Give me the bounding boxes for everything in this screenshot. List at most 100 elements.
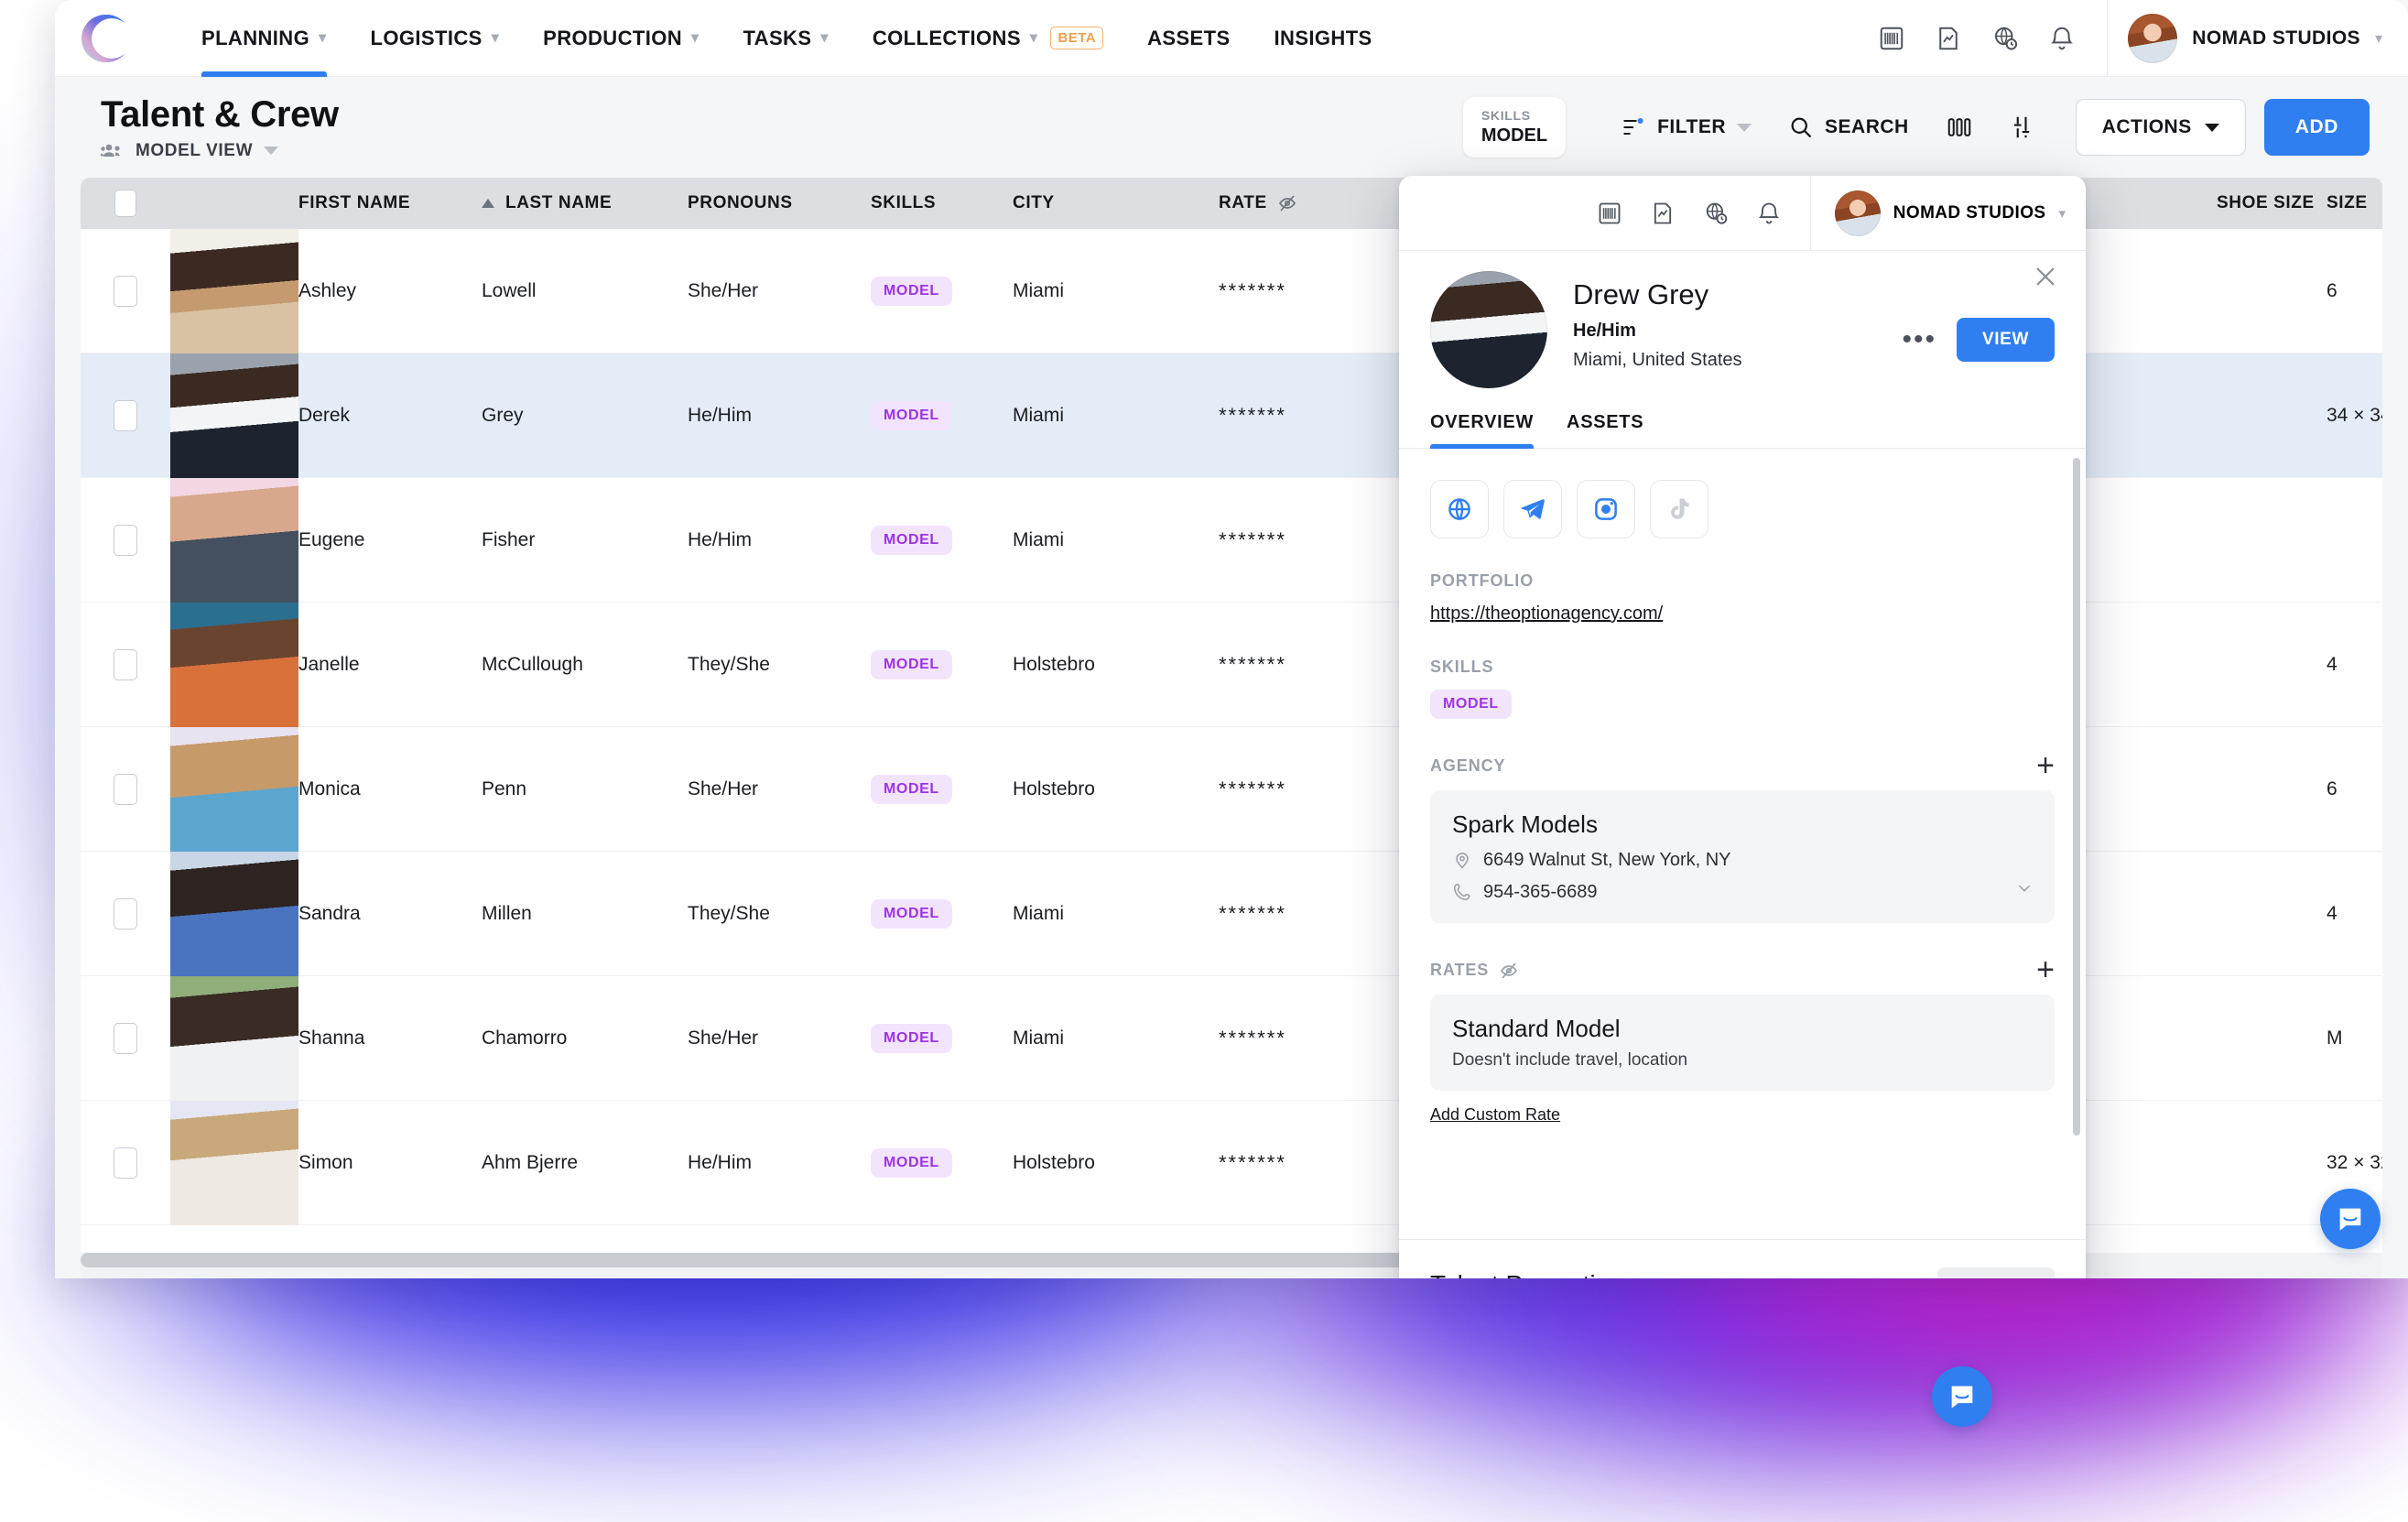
nav-item-collections[interactable]: COLLECTIONS ▾ — [851, 0, 1060, 77]
close-icon[interactable] — [2029, 260, 2062, 293]
checkbox[interactable] — [114, 1147, 137, 1179]
row-checkbox-cell[interactable] — [81, 774, 170, 805]
panel-scrollbar-thumb[interactable] — [2073, 458, 2080, 1136]
columns-button[interactable] — [1927, 114, 1991, 141]
first-name: Shanna — [298, 1027, 364, 1049]
rate-card[interactable]: Standard Model Doesn't include travel, l… — [1430, 995, 2055, 1091]
checkbox[interactable] — [114, 774, 137, 805]
chevron-down-icon: ▾ — [319, 31, 326, 46]
cell-size: 6 — [2327, 280, 2382, 302]
chart-note-icon[interactable] — [1636, 187, 1689, 240]
nav-item-production[interactable]: PRODUCTION ▾ — [521, 0, 721, 77]
row-checkbox-cell[interactable] — [81, 400, 170, 431]
instagram-icon[interactable] — [1577, 480, 1635, 538]
column-pronouns[interactable]: PRONOUNS — [688, 193, 871, 213]
skill-tag: MODEL — [871, 775, 952, 804]
more-options-button[interactable]: ••• — [1903, 326, 1937, 353]
view-button[interactable]: VIEW — [1957, 318, 2055, 362]
telegram-icon[interactable] — [1503, 480, 1562, 538]
portfolio-link[interactable]: https://theoptionagency.com/ — [1430, 603, 1663, 625]
column-skills[interactable]: SKILLS — [871, 193, 1013, 213]
checkbox[interactable] — [114, 525, 137, 556]
nav-item-planning[interactable]: PLANNING ▾ — [179, 0, 349, 77]
tiktok-icon[interactable] — [1650, 480, 1708, 538]
checkbox[interactable] — [114, 400, 137, 431]
column-label: SKILLS — [871, 193, 936, 213]
checkbox[interactable] — [114, 898, 137, 930]
checkbox[interactable] — [114, 190, 136, 217]
column-shoe-size[interactable]: SHOE SIZE — [2217, 193, 2327, 213]
agency-phone-row: 954-365-6689 — [1452, 882, 2033, 903]
intercom-chat-icon — [1947, 1381, 1978, 1412]
cell-pronouns: He/Him — [688, 405, 871, 427]
expand-agency-icon[interactable] — [2014, 878, 2034, 903]
show-all-button[interactable]: SHOW ALL — [1937, 1267, 2055, 1278]
chevron-down-icon — [2205, 124, 2219, 132]
search-button[interactable]: SEARCH — [1770, 114, 1927, 140]
tab-overview[interactable]: OVERVIEW — [1430, 412, 1534, 448]
agency-address-row: 6649 Walnut St, New York, NY — [1452, 850, 2033, 871]
panel-scrollbar[interactable] — [2073, 458, 2080, 1074]
agency-name: Spark Models — [1452, 810, 2033, 839]
row-checkbox-cell[interactable] — [81, 898, 170, 930]
city: Holstebro — [1013, 1152, 1095, 1174]
row-checkbox-cell[interactable] — [81, 1147, 170, 1179]
nav-item-label: COLLECTIONS — [873, 27, 1021, 50]
agency-section-header: AGENCY + — [1430, 756, 2055, 777]
account-name: NOMAD STUDIOS — [2192, 27, 2360, 49]
barcode-icon[interactable] — [1583, 187, 1636, 240]
skills-filter-chip[interactable]: SKILLS MODEL — [1463, 97, 1566, 158]
core-logo[interactable] — [75, 8, 136, 69]
add-custom-rate-link[interactable]: Add Custom Rate — [1430, 1105, 1560, 1125]
globe-clock-icon[interactable] — [1689, 187, 1742, 240]
row-checkbox-cell[interactable] — [81, 525, 170, 556]
cell-skills: MODEL — [871, 899, 1013, 929]
add-rate-button[interactable]: + — [2036, 960, 2055, 982]
actions-button[interactable]: ACTIONS — [2076, 99, 2246, 156]
filter-button[interactable]: FILTER — [1602, 114, 1770, 140]
agency-card[interactable]: Spark Models 6649 Walnut St, New York, N… — [1430, 790, 2055, 923]
row-checkbox-cell[interactable] — [81, 276, 170, 307]
nav-item-insights[interactable]: INSIGHTS — [1253, 0, 1394, 77]
select-all-checkbox[interactable] — [81, 190, 170, 217]
bell-icon[interactable] — [1742, 187, 1795, 240]
tab-assets[interactable]: ASSETS — [1567, 412, 1643, 448]
nav-item-assets[interactable]: ASSETS — [1125, 0, 1252, 77]
nav-item-tasks[interactable]: TASKS ▾ — [721, 0, 850, 77]
view-settings-button[interactable] — [1991, 114, 2055, 141]
eye-off-icon — [1498, 960, 1520, 982]
panel-account-menu[interactable]: NOMAD STUDIOS ▾ — [1810, 176, 2066, 251]
row-checkbox-cell[interactable] — [81, 1023, 170, 1054]
social-links — [1430, 480, 2055, 538]
checkbox[interactable] — [114, 276, 137, 307]
support-chat-button[interactable] — [2320, 1189, 2381, 1249]
add-button[interactable]: ADD — [2264, 99, 2370, 156]
pronouns: She/Her — [688, 280, 758, 302]
bell-icon[interactable] — [2034, 10, 2090, 67]
checkbox[interactable] — [114, 1023, 137, 1054]
header-toolbar: SKILLS MODEL FILTER SEARCH — [1463, 97, 2370, 158]
chart-note-icon[interactable] — [1920, 10, 1977, 67]
main-nav-items: PLANNING ▾ LOGISTICS ▾ PRODUCTION ▾ TASK… — [179, 0, 1394, 77]
row-checkbox-cell[interactable] — [81, 649, 170, 680]
last-name: Chamorro — [482, 1027, 567, 1049]
checkbox[interactable] — [114, 649, 137, 680]
barcode-icon[interactable] — [1863, 10, 1920, 67]
cell-city: Miami — [1013, 529, 1219, 551]
nav-item-logistics[interactable]: LOGISTICS ▾ — [349, 0, 522, 77]
column-last-name[interactable]: LAST NAME — [482, 193, 688, 213]
add-agency-button[interactable]: + — [2036, 756, 2055, 777]
panel-body: PORTFOLIO https://theoptionagency.com/ S… — [1399, 449, 2086, 1239]
column-city[interactable]: CITY — [1013, 193, 1219, 213]
column-first-name[interactable]: FIRST NAME — [298, 193, 482, 213]
view-selector[interactable]: MODEL VIEW — [101, 141, 339, 161]
website-icon[interactable] — [1430, 480, 1489, 538]
globe-clock-icon[interactable] — [1977, 10, 2034, 67]
first-name: Janelle — [298, 654, 360, 676]
support-chat-button-floating[interactable] — [1932, 1366, 1992, 1427]
phone-icon — [1452, 882, 1472, 902]
account-menu[interactable]: NOMAD STUDIOS ▾ — [2128, 14, 2408, 63]
last-name: Lowell — [482, 280, 537, 302]
cell-pronouns: She/Her — [688, 1027, 871, 1049]
column-size[interactable]: SIZE — [2327, 193, 2382, 213]
